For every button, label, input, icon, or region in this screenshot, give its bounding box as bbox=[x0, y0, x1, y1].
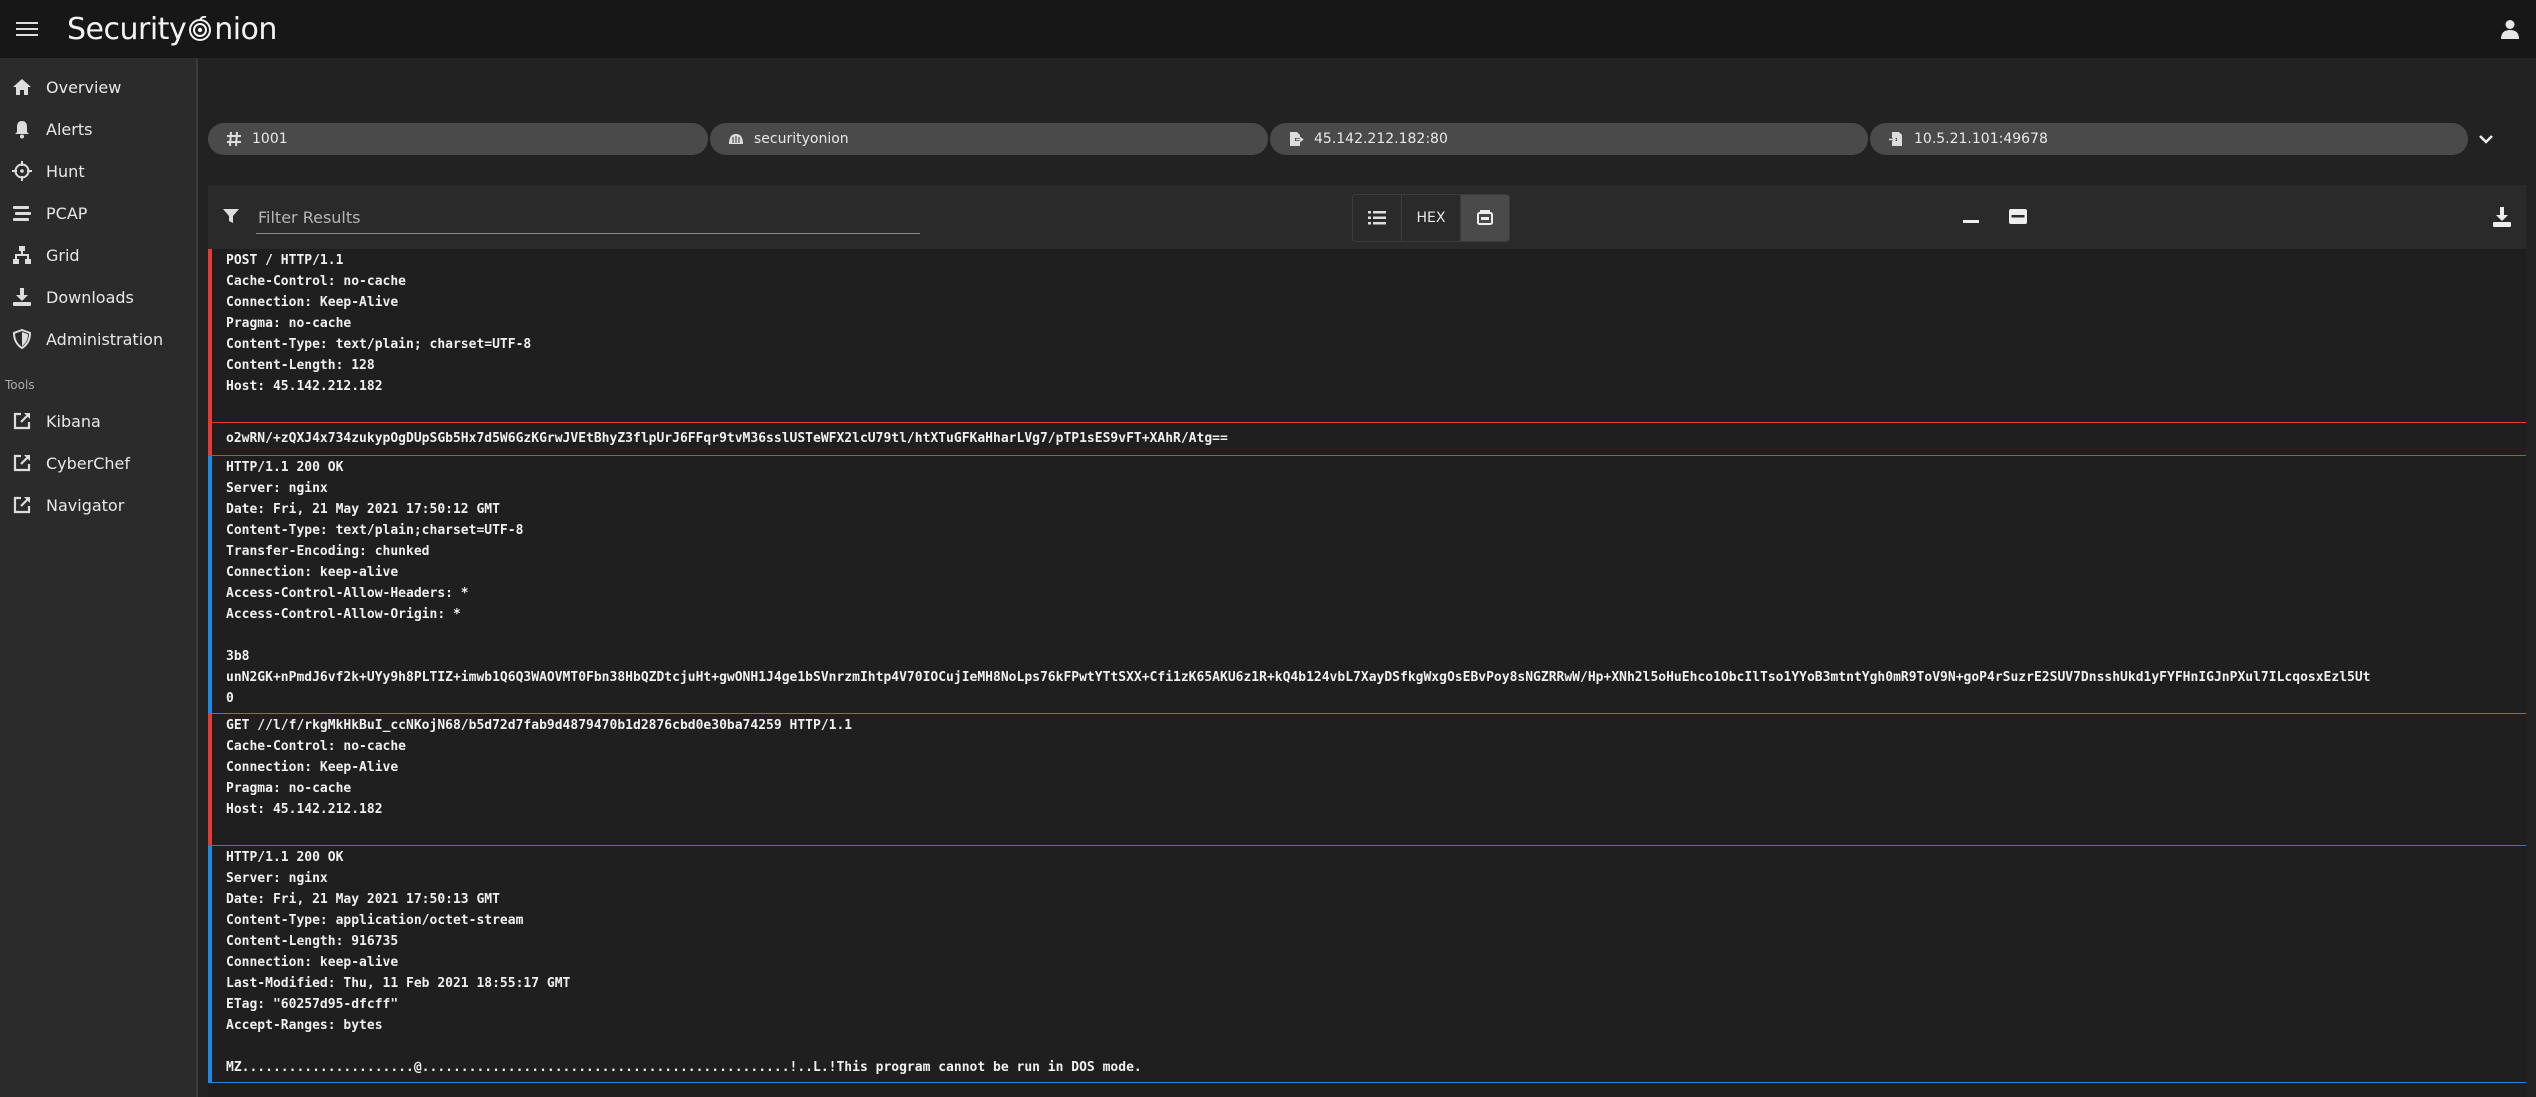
list-icon bbox=[1368, 211, 1386, 225]
sidebar-item-label: Alerts bbox=[46, 119, 93, 139]
client-request-block: GET //l/f/rkgMkHkBuI_ccNKojN68/b5d72d7fa… bbox=[208, 714, 2526, 846]
logo-text-nion: nion bbox=[214, 11, 277, 47]
bell-icon bbox=[15, 121, 29, 139]
destination-value: 10.5.21.101:49678 bbox=[1914, 131, 2048, 147]
onion-logo-icon bbox=[189, 16, 212, 41]
sensor-value: securityonion bbox=[754, 131, 849, 147]
file-export-icon bbox=[1290, 132, 1304, 146]
destination-chip[interactable]: 10.5.21.101:49678 bbox=[1870, 123, 2468, 155]
list-view-button[interactable] bbox=[1353, 195, 1402, 241]
sidebar-item-cyberchef[interactable]: CyberChef bbox=[0, 442, 196, 484]
filter-icon bbox=[223, 209, 239, 223]
source-value: 45.142.212.182:80 bbox=[1314, 131, 1448, 147]
stream-icon bbox=[13, 206, 31, 221]
external-link-icon bbox=[13, 496, 31, 514]
menu-icon[interactable] bbox=[16, 21, 38, 37]
sidebar-item-label: Kibana bbox=[46, 411, 101, 431]
sensor-chip[interactable]: securityonion bbox=[710, 123, 1268, 155]
client-request-block: POST / HTTP/1.1 Cache-Control: no-cache … bbox=[208, 249, 2526, 423]
sidebar-item-navigator[interactable]: Navigator bbox=[0, 484, 196, 526]
chevron-down-icon[interactable] bbox=[2476, 129, 2496, 149]
main-content: 1001 securityonion 45.142.212.182:80 10.… bbox=[198, 58, 2536, 1097]
tools-section-label: Tools bbox=[5, 378, 35, 392]
server-response-block: HTTP/1.1 200 OK Server: nginx Date: Fri,… bbox=[208, 456, 2526, 714]
sidebar: Overview Alerts Hunt PCAP Grid Downloads… bbox=[0, 58, 198, 1097]
shield-icon bbox=[12, 329, 32, 349]
transcript-view-button[interactable] bbox=[1461, 195, 1509, 241]
client-payload-block: o2wRN/+zQXJ4x734zukypOgDUpSGb5Hx7d5W6GzK… bbox=[208, 423, 2526, 456]
sidebar-item-label: Grid bbox=[46, 245, 80, 265]
download-icon bbox=[13, 288, 31, 306]
network-icon bbox=[13, 246, 31, 264]
sidebar-item-grid[interactable]: Grid bbox=[0, 234, 196, 276]
sidebar-item-label: PCAP bbox=[46, 203, 88, 223]
sidebar-item-label: Hunt bbox=[46, 161, 85, 181]
download-icon[interactable] bbox=[2490, 205, 2514, 229]
server-icon bbox=[729, 134, 743, 144]
sidebar-item-label: Downloads bbox=[46, 287, 134, 307]
sidebar-item-overview[interactable]: Overview bbox=[0, 66, 196, 108]
package-icon bbox=[1477, 210, 1493, 225]
external-link-icon bbox=[13, 454, 31, 472]
transcript-toolbar: HEX bbox=[208, 185, 2526, 249]
view-mode-toggle: HEX bbox=[1352, 194, 1510, 242]
top-app-bar: Security nion bbox=[0, 0, 2536, 58]
stream-details-bar: 1001 securityonion 45.142.212.182:80 10.… bbox=[208, 108, 2526, 170]
window-icon[interactable] bbox=[2006, 205, 2030, 229]
external-link-icon bbox=[13, 412, 31, 430]
minimize-icon[interactable] bbox=[1959, 205, 1983, 229]
transcript-content: POST / HTTP/1.1 Cache-Control: no-cache … bbox=[208, 249, 2526, 1083]
user-icon[interactable] bbox=[2500, 19, 2520, 39]
sidebar-item-pcap[interactable]: PCAP bbox=[0, 192, 196, 234]
server-response-block: HTTP/1.1 200 OK Server: nginx Date: Fri,… bbox=[208, 846, 2526, 1083]
sidebar-item-alerts[interactable]: Alerts bbox=[0, 108, 196, 150]
transcript-panel: HEX POST / HTTP/1.1 Cache-Control: no-ca… bbox=[208, 185, 2526, 1097]
logo-text-security: Security bbox=[67, 11, 187, 47]
sidebar-item-label: Navigator bbox=[46, 495, 125, 515]
filter-results-input[interactable] bbox=[256, 201, 920, 234]
sidebar-item-label: CyberChef bbox=[46, 453, 131, 473]
sidebar-item-kibana[interactable]: Kibana bbox=[0, 400, 196, 442]
sidebar-item-label: Administration bbox=[46, 329, 164, 349]
sidebar-item-label: Overview bbox=[46, 77, 122, 97]
job-id-value: 1001 bbox=[252, 131, 288, 147]
app-logo[interactable]: Security nion bbox=[67, 12, 277, 47]
sidebar-item-hunt[interactable]: Hunt bbox=[0, 150, 196, 192]
crosshairs-icon bbox=[12, 161, 32, 181]
sidebar-item-administration[interactable]: Administration bbox=[0, 318, 196, 360]
hex-view-button[interactable]: HEX bbox=[1402, 195, 1461, 241]
sidebar-item-downloads[interactable]: Downloads bbox=[0, 276, 196, 318]
hashtag-icon bbox=[227, 131, 241, 147]
job-id-chip[interactable]: 1001 bbox=[208, 123, 708, 155]
home-icon bbox=[13, 79, 31, 95]
source-chip[interactable]: 45.142.212.182:80 bbox=[1270, 123, 1868, 155]
file-import-icon bbox=[1889, 132, 1902, 146]
